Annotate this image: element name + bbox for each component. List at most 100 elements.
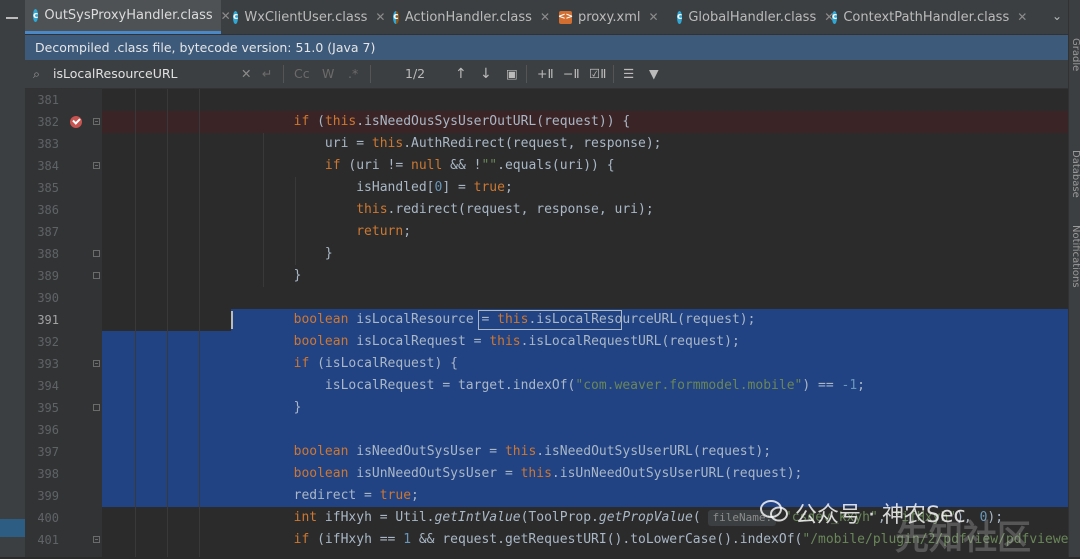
tab-proxy-xml[interactable]: <> proxy.xml ✕: [551, 0, 676, 34]
right-tool-strip: Gradle Database Notifications: [1068, 0, 1080, 557]
tab-actionhandler[interactable]: c ActionHandler.class ✕: [385, 0, 550, 34]
line-number: 383: [37, 137, 59, 151]
line-number: 392: [37, 335, 59, 349]
left-tool-strip: [0, 0, 26, 557]
watermark-text-secondary: 先知社区: [895, 518, 1031, 558]
minimize-icon[interactable]: [6, 17, 18, 19]
code-text: return;: [356, 224, 412, 239]
code-line: 387 return;: [25, 221, 1068, 243]
close-icon[interactable]: ✕: [540, 10, 550, 24]
code-line: 384 if (uri != null && !"".equals(uri)) …: [25, 155, 1068, 177]
select-all-matches-icon[interactable]: ☑Ⅱ: [589, 60, 606, 88]
code-line: 383 uri = this.AuthRedirect(request, res…: [25, 133, 1068, 155]
code-line: 389 }: [25, 265, 1068, 287]
code-line: 397 boolean isNeedOutSysUser = this.isNe…: [25, 441, 1068, 463]
xml-file-icon: <>: [557, 10, 574, 24]
fold-icon[interactable]: [93, 162, 100, 169]
new-line-icon[interactable]: ↵: [262, 60, 272, 88]
filter-icon[interactable]: ▼: [649, 60, 659, 88]
close-icon[interactable]: ✕: [1017, 10, 1027, 24]
decompiled-info-banner: Decompiled .class file, bytecode version…: [25, 35, 1068, 60]
tab-label: GlobalHandler.class: [688, 9, 817, 25]
divider: [283, 65, 284, 83]
tab-wxclientuser[interactable]: c WxClientUser.class ✕: [225, 0, 385, 34]
code-text: if (this.isNeedOusSysUserOutURL(request)…: [293, 114, 631, 129]
tab-label: ContextPathHandler.class: [843, 9, 1010, 25]
select-all-occurrences-icon[interactable]: ▣: [506, 60, 518, 88]
regex-toggle[interactable]: .*: [348, 60, 358, 88]
line-number: 388: [37, 247, 59, 261]
line-number: 386: [37, 203, 59, 217]
notifications-tool-label[interactable]: Notifications: [1070, 225, 1080, 288]
chevron-down-icon[interactable]: ⌄: [1052, 9, 1062, 23]
search-icon[interactable]: ⌕: [33, 60, 40, 88]
line-number: 391: [37, 313, 59, 327]
filter-options-icon[interactable]: ☰: [623, 60, 634, 88]
code-line: 385 isHandled[0] = true;: [25, 177, 1068, 199]
code-text: boolean isLocalRequest = this.isLocalReq…: [293, 334, 740, 349]
match-case-toggle[interactable]: Cc: [294, 60, 310, 88]
line-number: 390: [37, 291, 59, 305]
tab-label: ActionHandler.class: [404, 9, 532, 25]
code-editor[interactable]: 381 382 if (this.isNeedOusSysUserOutURL(…: [25, 89, 1068, 557]
add-occurrence-icon[interactable]: +Ⅱ: [537, 60, 554, 88]
line-number: 389: [37, 269, 59, 283]
code-line: 386 this.redirect(request, response, uri…: [25, 199, 1068, 221]
line-number: 394: [37, 379, 59, 393]
gradle-tool-label[interactable]: Gradle: [1070, 38, 1080, 71]
code-line: 392 boolean isLocalRequest = this.isLoca…: [25, 331, 1068, 353]
divider: [526, 65, 527, 83]
code-text: if (uri != null && !"".equals(uri)) {: [324, 158, 615, 173]
code-line: 388 }: [25, 243, 1068, 265]
remove-occurrence-icon[interactable]: −Ⅱ: [563, 60, 580, 88]
java-class-icon: c: [393, 10, 399, 24]
code-line: 396: [25, 419, 1068, 441]
code-line: 381: [25, 89, 1068, 111]
java-class-icon: c: [233, 10, 239, 24]
line-number: 382: [37, 115, 59, 129]
code-text: }: [231, 268, 302, 283]
line-number: 400: [37, 511, 59, 525]
tab-globalhandler[interactable]: c GlobalHandler.class ✕: [669, 0, 834, 34]
fold-icon[interactable]: [93, 250, 100, 257]
database-tool-label[interactable]: Database: [1070, 150, 1080, 198]
close-icon[interactable]: ✕: [375, 10, 385, 24]
tool-window-indicator[interactable]: [0, 519, 25, 537]
code-text: }: [231, 246, 333, 261]
previous-occurrence-icon[interactable]: ↑: [455, 60, 467, 88]
tab-label: OutSysProxyHandler.class: [44, 8, 213, 23]
line-number: 396: [37, 423, 59, 437]
search-input[interactable]: isLocalResourceURL: [53, 60, 178, 88]
breakpoint-icon[interactable]: [70, 116, 82, 128]
divider: [370, 65, 371, 83]
clear-search-icon[interactable]: ✕: [241, 60, 251, 88]
code-text: isHandled[0] = true;: [231, 180, 513, 195]
line-number: 397: [37, 445, 59, 459]
fold-icon[interactable]: [93, 118, 100, 125]
tab-outsysproxyhandler[interactable]: c OutSysProxyHandler.class ✕: [25, 0, 231, 34]
words-toggle[interactable]: W: [322, 60, 334, 88]
code-text: }: [231, 400, 302, 415]
fold-icon[interactable]: [93, 272, 100, 279]
fold-icon[interactable]: [93, 536, 100, 543]
fold-icon[interactable]: [93, 360, 100, 367]
close-icon[interactable]: ✕: [649, 10, 659, 24]
line-number: 401: [37, 533, 59, 547]
code-text: boolean isNeedOutSysUser = this.isNeedOu…: [293, 444, 772, 459]
line-number: 381: [37, 93, 59, 107]
code-line: 398 boolean isUnNeedOutSysUser = this.is…: [25, 463, 1068, 485]
line-number: 395: [37, 401, 59, 415]
code-text: boolean isUnNeedOutSysUser = this.isUnNe…: [293, 466, 803, 481]
next-occurrence-icon[interactable]: ↓: [480, 60, 492, 88]
tab-label: proxy.xml: [578, 9, 641, 25]
code-line: 390: [25, 287, 1068, 309]
line-number: 385: [37, 181, 59, 195]
banner-text: Decompiled .class file, bytecode version…: [35, 40, 376, 55]
code-line: 393 if (isLocalRequest) {: [25, 353, 1068, 375]
fold-icon[interactable]: [93, 404, 100, 411]
divider: [613, 65, 614, 83]
editor-tab-bar: c OutSysProxyHandler.class ✕ c WxClientU…: [25, 0, 1068, 35]
code-text: redirect = true;: [231, 488, 419, 503]
tab-contextpathhandler[interactable]: c ContextPathHandler.class ✕: [824, 0, 1027, 34]
find-bar: ⌕ isLocalResourceURL ✕ ↵ Cc W .* 1/2 ↑ ↓…: [25, 60, 1068, 89]
